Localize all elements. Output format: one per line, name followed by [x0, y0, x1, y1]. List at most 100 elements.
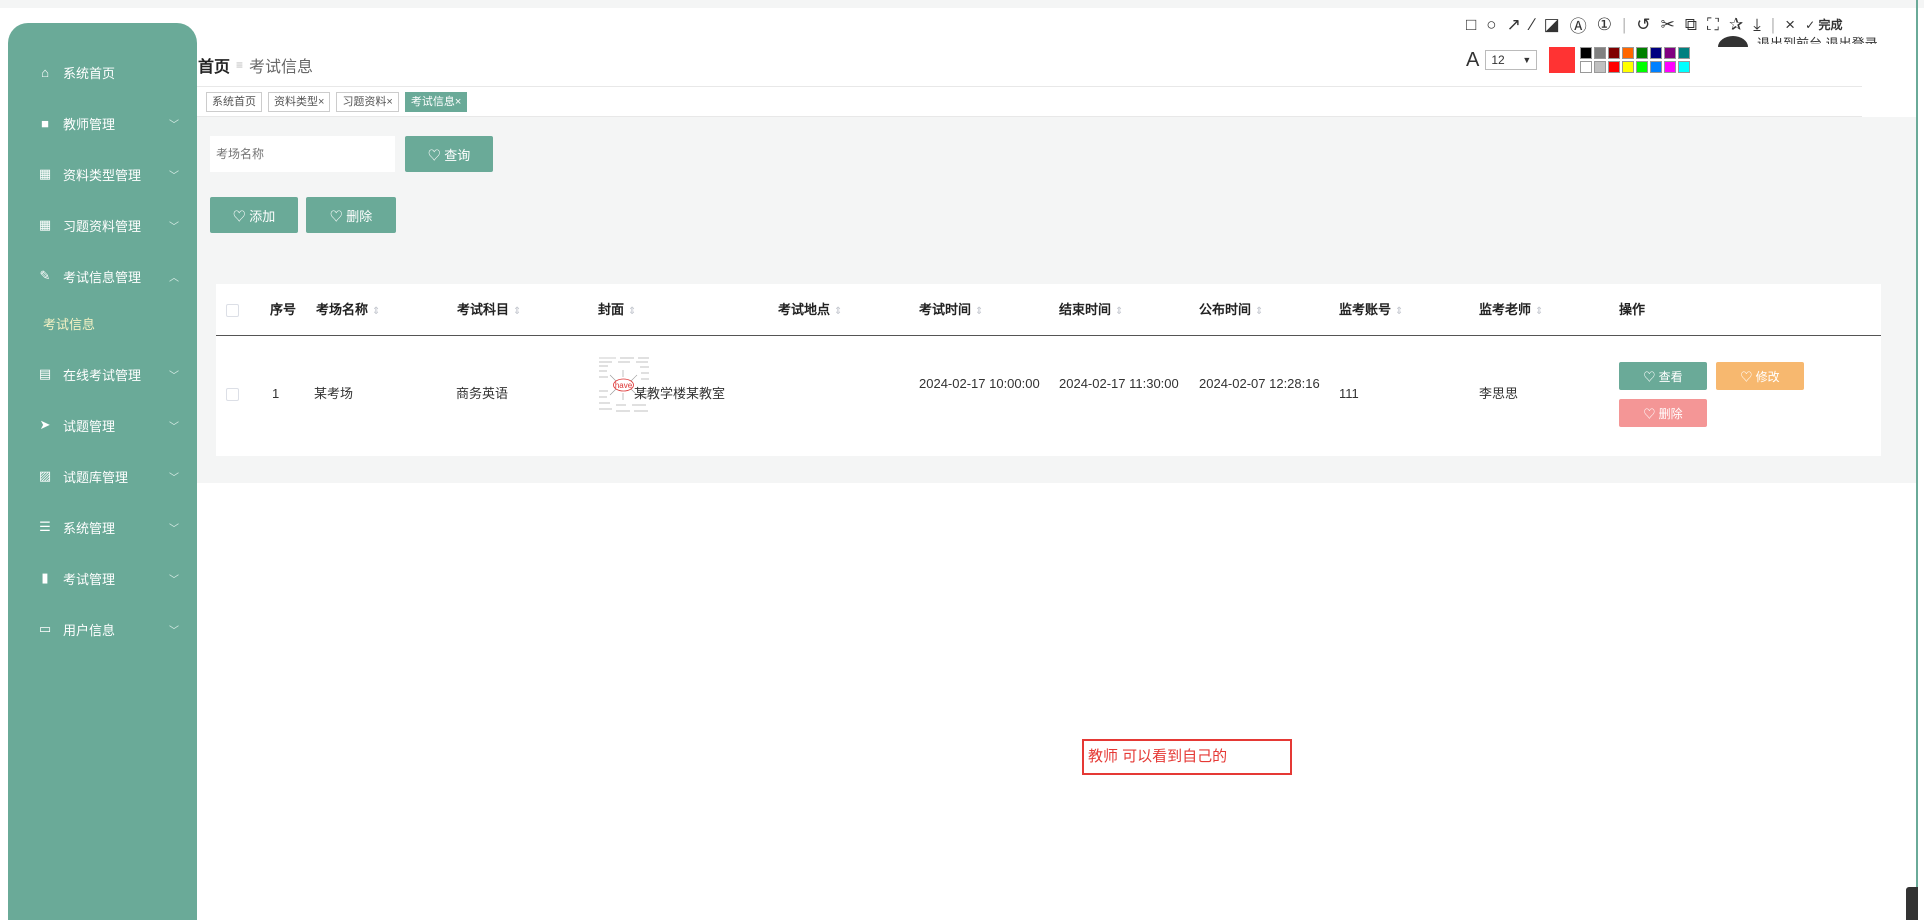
col-name[interactable]: 考场名称 ⇕	[316, 284, 380, 336]
row-checkbox[interactable]	[226, 388, 239, 401]
col-label: 公布时间	[1199, 302, 1252, 317]
color-swatch[interactable]	[1636, 47, 1649, 59]
sidebar-item-exercise-materials[interactable]: ▦ 习题资料管理 ﹀	[8, 200, 197, 250]
close-icon[interactable]: ×	[1785, 15, 1795, 35]
tab-material-types[interactable]: 资料类型×	[268, 92, 331, 112]
tab-exercise-materials[interactable]: 习题资料×	[336, 92, 399, 112]
col-label: 序号	[270, 302, 297, 317]
col-publish[interactable]: 公布时间 ⇕	[1199, 284, 1263, 336]
col-end[interactable]: 结束时间 ⇕	[1059, 284, 1123, 336]
color-swatch[interactable]	[1636, 61, 1649, 73]
pin-icon[interactable]: ✰	[1729, 15, 1743, 35]
sort-icon[interactable]: ⇕	[834, 306, 842, 317]
sidebar-item-label: 系统首页	[63, 65, 116, 81]
undo-icon[interactable]: ↺	[1636, 15, 1650, 35]
arrow-tool-icon[interactable]: ↗	[1507, 15, 1521, 35]
col-location[interactable]: 考试地点 ⇕	[778, 284, 842, 336]
done-button[interactable]: ✓ 完成	[1805, 16, 1842, 33]
sidebar-item-home[interactable]: ⌂ 系统首页	[8, 47, 197, 97]
color-swatch[interactable]	[1594, 47, 1607, 59]
sort-icon[interactable]: ⇕	[1115, 306, 1123, 317]
cell-start: 2024-02-17 10:00:00	[919, 376, 1040, 391]
sort-icon[interactable]: ⇕	[513, 306, 521, 317]
sidebar-item-label: 系统管理	[63, 520, 116, 536]
sort-icon[interactable]: ⇕	[1255, 306, 1263, 317]
sort-icon[interactable]: ⇕	[372, 306, 380, 317]
current-color-swatch[interactable]	[1549, 47, 1576, 73]
sort-icon[interactable]: ⇕	[1535, 306, 1543, 317]
color-swatch[interactable]	[1622, 47, 1635, 59]
row-delete-button[interactable]: ♡ 删除	[1619, 399, 1707, 427]
rectangle-tool-icon[interactable]: □	[1466, 15, 1476, 35]
breadcrumb-home[interactable]: 首页	[198, 53, 230, 77]
tab-bar: 系统首页 资料类型× 习题资料× 考试信息×	[206, 92, 468, 112]
delete-button[interactable]: ♡ 删除	[306, 197, 396, 233]
sidebar-item-exam-info-mgmt[interactable]: ✎ 考试信息管理 ︿	[8, 251, 197, 301]
sidebar-item-system[interactable]: ☰ 系统管理 ﹀	[8, 502, 197, 552]
color-swatch[interactable]	[1622, 61, 1635, 73]
sidebar-item-label: 考试管理	[63, 571, 116, 587]
color-swatch[interactable]	[1580, 47, 1593, 59]
sort-icon[interactable]: ⇕	[1395, 306, 1403, 317]
sidebar-item-material-types[interactable]: ▦ 资料类型管理 ﹀	[8, 149, 197, 199]
view-button[interactable]: ♡ 查看	[1619, 362, 1707, 390]
number-tool-icon[interactable]: ①	[1597, 15, 1612, 35]
sidebar-item-user-info[interactable]: ▭ 用户信息 ﹀	[8, 604, 197, 654]
window-icon: ▭	[38, 621, 52, 636]
color-swatch[interactable]	[1650, 61, 1663, 73]
sidebar-item-teachers[interactable]: ■ 教师管理 ﹀	[8, 98, 197, 148]
color-swatch[interactable]	[1678, 61, 1691, 73]
col-proctor-teacher[interactable]: 监考老师 ⇕	[1479, 284, 1543, 336]
color-swatch[interactable]	[1594, 61, 1607, 73]
dropdown-icon: ▼	[1522, 55, 1532, 65]
edit-button[interactable]: ♡ 修改	[1716, 362, 1804, 390]
user-links[interactable]: 退出到前台 退出登录	[1757, 33, 1878, 44]
sort-icon[interactable]: ⇕	[975, 306, 983, 317]
sidebar-item-question-bank[interactable]: ▨ 试题库管理 ﹀	[8, 451, 197, 501]
download-icon[interactable]: ⤓	[1753, 15, 1761, 35]
text-tool-icon[interactable]: Ⓐ	[1570, 12, 1587, 37]
mosaic-tool-icon[interactable]: ◪	[1544, 15, 1560, 35]
sidebar-item-exam-mgmt[interactable]: ▮ 考试管理 ﹀	[8, 553, 197, 603]
sidebar-item-label: 考试信息	[43, 316, 96, 332]
color-swatch[interactable]	[1664, 61, 1677, 73]
menu-icon: ☰	[39, 519, 51, 534]
toolbar-divider: |	[1770, 14, 1776, 34]
ellipse-tool-icon[interactable]: ○	[1486, 15, 1496, 35]
font-size-select[interactable]: 12 ▼	[1485, 50, 1538, 70]
search-input[interactable]	[210, 136, 395, 172]
col-subject[interactable]: 考试科目 ⇕	[457, 284, 521, 336]
sort-icon[interactable]: ⇕	[628, 306, 636, 317]
col-proctor-account[interactable]: 监考账号 ⇕	[1339, 284, 1403, 336]
sidebar-item-label: 资料类型管理	[63, 167, 142, 183]
add-button[interactable]: ♡ 添加	[210, 197, 298, 233]
avatar[interactable]	[1718, 36, 1748, 47]
color-swatch[interactable]	[1664, 47, 1677, 59]
copy-icon[interactable]: ⧉	[1685, 15, 1697, 35]
color-swatch[interactable]	[1678, 47, 1691, 59]
scroll-widget[interactable]	[1906, 887, 1918, 920]
cell-location: 某教学楼某教室	[634, 386, 726, 401]
sidebar-item-label: 试题库管理	[63, 469, 129, 485]
sidebar-subitem-exam-info[interactable]: 考试信息	[8, 298, 197, 348]
fullscreen-icon[interactable]: ⛶	[1707, 15, 1719, 35]
tab-exam-info[interactable]: 考试信息×	[404, 92, 468, 112]
col-start[interactable]: 考试时间 ⇕	[919, 284, 983, 336]
color-swatch[interactable]	[1608, 61, 1621, 73]
color-swatch[interactable]	[1580, 61, 1593, 73]
cut-icon[interactable]: ✂	[1661, 15, 1675, 35]
sidebar-item-online-exam[interactable]: ▤ 在线考试管理 ﹀	[8, 349, 197, 399]
color-swatch[interactable]	[1650, 47, 1663, 59]
select-all-checkbox[interactable]	[226, 304, 239, 317]
cover-word: have	[615, 381, 633, 390]
col-cover[interactable]: 封面 ⇕	[598, 284, 636, 336]
sidebar-item-label: 习题资料管理	[63, 218, 142, 234]
annotation-textbox[interactable]: 教师 可以看到自己的	[1082, 739, 1292, 775]
tab-home[interactable]: 系统首页	[206, 92, 262, 112]
color-swatch[interactable]	[1608, 47, 1621, 59]
query-button[interactable]: ♡ 查询	[405, 136, 493, 172]
chevron-down-icon: ﹀	[169, 170, 179, 182]
pen-tool-icon[interactable]: ∕	[1531, 15, 1534, 35]
col-label: 考场名称	[316, 302, 369, 317]
sidebar-item-questions[interactable]: ➤ 试题管理 ﹀	[8, 400, 197, 450]
